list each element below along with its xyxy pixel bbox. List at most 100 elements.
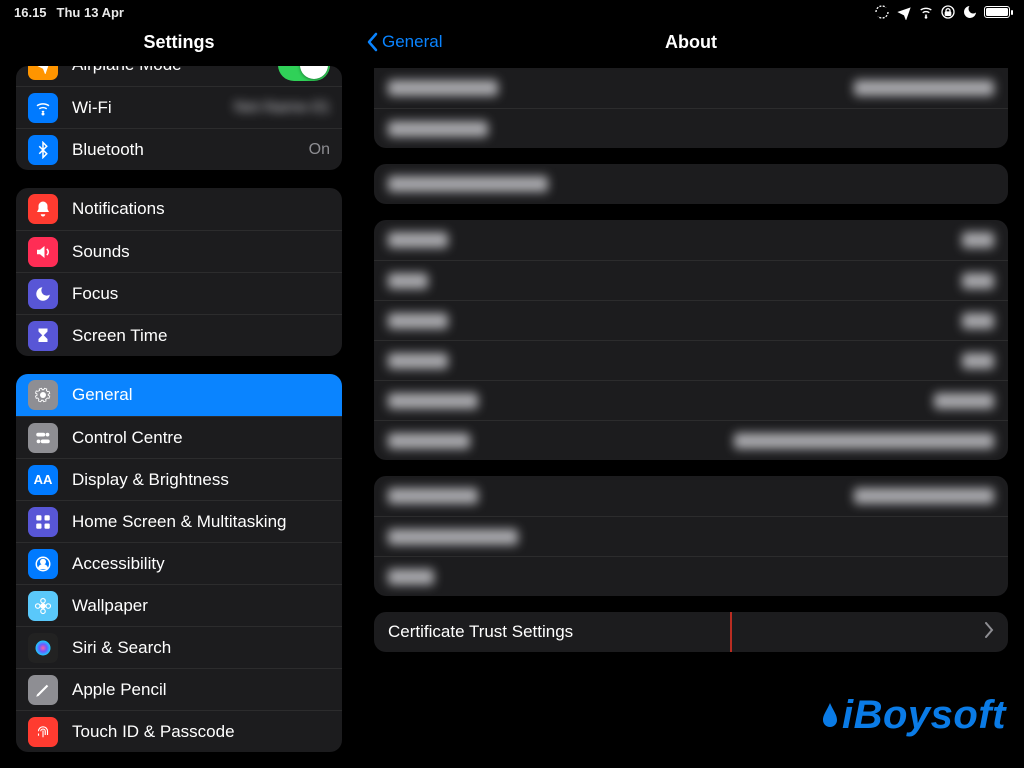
about-row-label-hidden — [388, 353, 950, 369]
toggle-airplane-mode[interactable] — [278, 66, 330, 81]
gear-icon — [28, 380, 58, 410]
sync-icon — [874, 4, 890, 20]
status-left: 16.15 Thu 13 Apr — [14, 5, 124, 20]
sidebar-item-sounds[interactable]: Sounds — [16, 230, 342, 272]
about-row[interactable] — [374, 164, 1008, 204]
detail-list[interactable]: Certificate Trust Settings — [358, 60, 1024, 768]
about-row[interactable] — [374, 68, 1008, 108]
sidebar-item-bluetooth[interactable]: Bluetooth On — [16, 128, 342, 170]
flower-icon — [28, 591, 58, 621]
pencil-icon — [28, 675, 58, 705]
bluetooth-icon — [28, 135, 58, 165]
bell-icon — [28, 194, 58, 224]
sidebar-group: Airplane Mode Wi-Fi Net-Name-01 Bluetooth On — [16, 66, 342, 170]
wifi-icon — [918, 4, 934, 20]
switches-icon — [28, 423, 58, 453]
about-row-value-hidden — [854, 488, 994, 504]
settings-sidebar: Settings Airplane ModeWi-FiNet-Name-01Bl… — [0, 24, 358, 768]
sidebar-item-screen-time[interactable]: Screen Time — [16, 314, 342, 356]
status-right — [874, 4, 1010, 20]
detail-title: About — [665, 32, 717, 53]
about-row[interactable] — [374, 380, 1008, 420]
about-row[interactable] — [374, 260, 1008, 300]
wifi-icon — [28, 93, 58, 123]
about-row[interactable] — [374, 516, 1008, 556]
sidebar-item-label: Focus — [72, 284, 330, 304]
about-row[interactable] — [374, 476, 1008, 516]
about-row-label-hidden — [388, 232, 950, 248]
about-row-label-hidden — [388, 529, 994, 545]
sidebar-item-accessibility[interactable]: Accessibility — [16, 542, 342, 584]
sidebar-item-value-hidden: Net-Name-01 — [234, 99, 330, 117]
about-row[interactable] — [374, 220, 1008, 260]
about-row-label-hidden — [388, 569, 994, 585]
sidebar-group: General Control Centre AA Display & Brightn… — [16, 374, 342, 752]
about-row-value-hidden — [962, 232, 994, 248]
AA-icon: AA — [28, 465, 58, 495]
hourglass-icon — [28, 321, 58, 351]
sidebar-item-wifi[interactable]: Wi-Fi Net-Name-01 — [16, 86, 342, 128]
status-bar: 16.15 Thu 13 Apr — [0, 0, 1024, 24]
sidebar-item-home-screen[interactable]: Home Screen & Multitasking — [16, 500, 342, 542]
about-row[interactable] — [374, 300, 1008, 340]
airplane-icon — [28, 66, 58, 80]
about-row[interactable] — [374, 420, 1008, 460]
about-row-value-hidden — [962, 273, 994, 289]
about-row-label-hidden — [388, 488, 842, 504]
sidebar-item-label: Sounds — [72, 242, 330, 262]
detail-pane: General About Certificate Trust Settings — [358, 24, 1024, 768]
sidebar-item-label: Wi-Fi — [72, 98, 220, 118]
about-group — [374, 220, 1008, 460]
person-icon — [28, 549, 58, 579]
certificate-trust-label: Certificate Trust Settings — [388, 622, 573, 642]
detail-header: General About — [358, 24, 1024, 60]
certificate-trust-settings-row[interactable]: Certificate Trust Settings — [374, 612, 1008, 652]
sidebar-item-touch-id[interactable]: Touch ID & Passcode — [16, 710, 342, 752]
battery-icon — [984, 6, 1010, 18]
about-group — [374, 68, 1008, 148]
about-row-value-hidden — [962, 353, 994, 369]
sidebar-item-label: Display & Brightness — [72, 470, 330, 490]
sidebar-list[interactable]: Airplane Mode Wi-Fi Net-Name-01 Bluetooth On… — [0, 60, 358, 768]
about-row[interactable] — [374, 556, 1008, 596]
sidebar-item-label: Touch ID & Passcode — [72, 722, 330, 742]
sidebar-item-label: Screen Time — [72, 326, 330, 346]
fingerprint-icon — [28, 717, 58, 747]
sidebar-item-airplane-mode[interactable]: Airplane Mode — [16, 66, 342, 86]
sidebar-item-label: General — [72, 385, 330, 405]
about-row-label-hidden — [388, 273, 950, 289]
about-row-value-hidden — [962, 313, 994, 329]
grid-icon — [28, 507, 58, 537]
sidebar-item-value: On — [309, 141, 330, 159]
sidebar-item-notifications[interactable]: Notifications — [16, 188, 342, 230]
about-row-value-hidden — [734, 433, 994, 449]
sidebar-group: Notifications Sounds Focus Screen Time — [16, 188, 342, 356]
about-group — [374, 164, 1008, 204]
sidebar-item-wallpaper[interactable]: Wallpaper — [16, 584, 342, 626]
sidebar-item-display[interactable]: AA Display & Brightness — [16, 458, 342, 500]
sidebar-item-label: Siri & Search — [72, 638, 330, 658]
siri-icon — [28, 633, 58, 663]
back-button[interactable]: General — [364, 32, 442, 52]
rotation-lock-icon — [940, 4, 956, 20]
chevron-left-icon — [364, 32, 380, 52]
about-row-label-hidden — [388, 313, 950, 329]
about-group — [374, 476, 1008, 596]
about-row[interactable] — [374, 340, 1008, 380]
sidebar-item-label: Bluetooth — [72, 140, 295, 160]
sidebar-item-label: Accessibility — [72, 554, 330, 574]
sidebar-item-siri[interactable]: Siri & Search — [16, 626, 342, 668]
status-time: 16.15 — [14, 5, 47, 20]
about-row[interactable] — [374, 108, 1008, 148]
sidebar-item-apple-pencil[interactable]: Apple Pencil — [16, 668, 342, 710]
speaker-icon — [28, 237, 58, 267]
about-row-value-hidden — [854, 80, 994, 96]
about-row-label-hidden — [388, 433, 722, 449]
sidebar-item-label: Wallpaper — [72, 596, 330, 616]
sidebar-item-control-centre[interactable]: Control Centre — [16, 416, 342, 458]
sidebar-item-label: Apple Pencil — [72, 680, 330, 700]
about-row-label-hidden — [388, 121, 994, 137]
sidebar-item-focus[interactable]: Focus — [16, 272, 342, 314]
sidebar-item-general[interactable]: General — [16, 374, 342, 416]
sidebar-item-label: Control Centre — [72, 428, 330, 448]
